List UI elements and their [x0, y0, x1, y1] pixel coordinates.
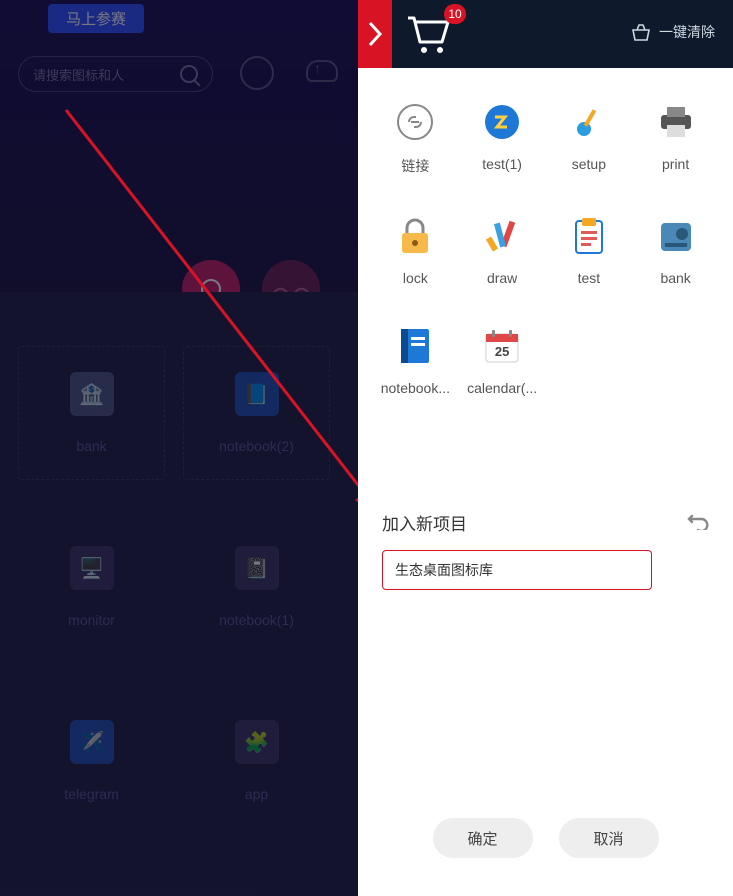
- cart-item-label: notebook...: [381, 380, 450, 396]
- print-icon: [656, 102, 696, 142]
- cart-item-calendar[interactable]: 25 calendar(...: [461, 326, 544, 396]
- calendar-day: 25: [482, 344, 522, 359]
- cart-item-notebook[interactable]: notebook...: [374, 326, 457, 396]
- testball-icon: [482, 102, 522, 142]
- section-title-new-project: 加入新项目: [382, 510, 467, 535]
- cart-item-label: lock: [403, 270, 428, 286]
- cart-item-setup[interactable]: setup: [548, 102, 631, 176]
- cart-item-label: bank: [660, 270, 690, 286]
- cart-item-label: test(1): [482, 156, 522, 172]
- collapse-button[interactable]: [358, 0, 392, 68]
- notebook-icon: [395, 326, 435, 366]
- undo-button[interactable]: [687, 508, 709, 530]
- cart-item-draw[interactable]: draw: [461, 216, 544, 286]
- calendar-icon: 25: [482, 326, 522, 366]
- link-icon: [395, 102, 435, 142]
- cart-item-label: calendar(...: [467, 380, 537, 396]
- lock-icon: [395, 216, 435, 256]
- cart-panel: 10 一键清除 链接 test(1) setup: [358, 0, 733, 896]
- cart-item-label: setup: [572, 156, 606, 172]
- cart-item-label: draw: [487, 270, 517, 286]
- project-name-input[interactable]: [382, 550, 652, 590]
- cart-item-label: print: [662, 156, 689, 172]
- setup-icon: [569, 102, 609, 142]
- clipboard-icon: [569, 216, 609, 256]
- cart-items-grid: 链接 test(1) setup print lock: [358, 68, 733, 396]
- bank-icon: [656, 216, 696, 256]
- confirm-button[interactable]: 确定: [433, 818, 533, 858]
- clear-label: 一键清除: [659, 22, 715, 42]
- clear-all-button[interactable]: 一键清除: [631, 22, 715, 42]
- cart-item-label: 链接: [401, 156, 429, 176]
- cart-item-bank[interactable]: bank: [634, 216, 717, 286]
- cart-item-test[interactable]: test: [548, 216, 631, 286]
- panel-header: 10 一键清除: [358, 0, 733, 68]
- cart-item-print[interactable]: print: [634, 102, 717, 176]
- cancel-button[interactable]: 取消: [559, 818, 659, 858]
- draw-icon: [482, 216, 522, 256]
- cart-item-lock[interactable]: lock: [374, 216, 457, 286]
- chevron-right-icon: [367, 21, 383, 47]
- dialog-buttons: 确定 取消: [358, 818, 733, 858]
- basket-icon: [631, 23, 651, 41]
- cart-item-test1[interactable]: test(1): [461, 102, 544, 176]
- cart-count-badge: 10: [444, 4, 466, 24]
- cart-item-label: test: [578, 270, 601, 286]
- cart-item-link[interactable]: 链接: [374, 102, 457, 176]
